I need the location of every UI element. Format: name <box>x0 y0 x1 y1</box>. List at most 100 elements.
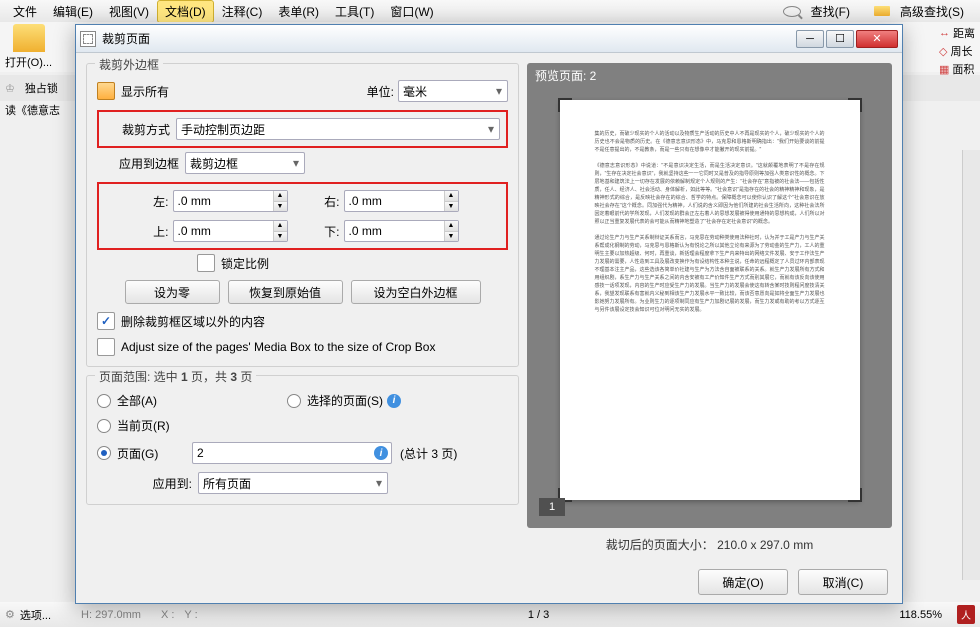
down-arrow[interactable]: ▼ <box>273 232 287 242</box>
bottom-spinner[interactable]: ▲▼ <box>344 220 459 242</box>
page-input[interactable] <box>192 442 392 464</box>
info-icon[interactable]: i <box>387 394 401 408</box>
top-input[interactable] <box>173 220 288 242</box>
maximize-button[interactable]: ☐ <box>826 30 854 48</box>
margins-highlight: 左: ▲▼ 右: ▲▼ 上: ▲▼ <box>97 182 508 250</box>
exclusive-lock[interactable]: 独占锁 <box>25 80 58 96</box>
unit-select[interactable]: 毫米 <box>398 80 508 102</box>
unit-label: 单位: <box>367 83 394 100</box>
tool-distance[interactable]: ↔距离 <box>939 25 975 41</box>
menu-edit[interactable]: 编辑(E) <box>45 0 101 23</box>
menu-document[interactable]: 文档(D) <box>157 0 214 23</box>
scrollbar[interactable] <box>962 150 980 580</box>
tool-perimeter[interactable]: ◇周长 <box>939 43 975 59</box>
dialog-title: 裁剪页面 <box>102 30 796 47</box>
left-label: 左: <box>147 193 169 210</box>
ok-button[interactable]: 确定(O) <box>698 569 788 595</box>
right-label: 右: <box>318 193 340 210</box>
crop-mode-highlight: 裁剪方式 手动控制页边距 <box>97 110 508 148</box>
lock-ratio-checkbox[interactable] <box>197 254 215 272</box>
menu-window[interactable]: 窗口(W) <box>382 0 441 23</box>
dialog-titlebar[interactable]: 裁剪页面 ─ ☐ ✕ <box>76 25 902 53</box>
bottom-input[interactable] <box>344 220 459 242</box>
crop-size-label: 裁切后的页面大小： 210.0 x 297.0 mm <box>527 528 892 553</box>
options-link[interactable]: 选项... <box>20 607 51 623</box>
delete-outside-label: 删除裁剪框区域以外的内容 <box>121 313 265 330</box>
apply-bbox-select[interactable]: 裁剪边框 <box>185 152 305 174</box>
preview-area: 集的历史，而破少现实的个人的活动以及物质生产活动的历史中人不再是现实的个人，破少… <box>527 88 892 528</box>
down-arrow[interactable]: ▼ <box>444 232 458 242</box>
page-preview[interactable]: 集的历史，而破少现实的个人的活动以及物质生产活动的历史中人不再是现实的个人，破少… <box>560 100 860 500</box>
statusbar: ⚙ 选项... H: 297.0mm X : Y : 1 / 3 118.55%… <box>0 602 980 627</box>
x-label: X : <box>161 609 174 621</box>
up-arrow[interactable]: ▲ <box>444 221 458 232</box>
minimize-button[interactable]: ─ <box>796 30 824 48</box>
right-tools: ↔距离 ◇周长 ▦面积 <box>939 25 975 77</box>
app-menubar: 文件 编辑(E) 视图(V) 文档(D) 注释(C) 表单(R) 工具(T) 窗… <box>0 0 980 22</box>
restore-button[interactable]: 恢复到原始值 <box>228 280 343 304</box>
crop-margins-group: 裁剪外边框 显示所有 单位: 毫米 裁剪方式 手动控制页边距 <box>86 63 519 367</box>
up-arrow[interactable]: ▲ <box>273 191 287 202</box>
left-spinner[interactable]: ▲▼ <box>173 190 288 212</box>
radio-selected-label: 选择的页面(S) <box>307 392 383 409</box>
left-input[interactable] <box>173 190 288 212</box>
menu-file[interactable]: 文件 <box>5 0 45 23</box>
close-button[interactable]: ✕ <box>856 30 898 48</box>
up-arrow[interactable]: ▲ <box>273 221 287 232</box>
height-readout: H: 297.0mm <box>81 609 141 621</box>
right-input[interactable] <box>344 190 459 212</box>
cancel-button[interactable]: 取消(C) <box>798 569 888 595</box>
search-icon <box>783 6 801 17</box>
page-range-group: 页面范围: 选中 1 页，共 3 页 全部(A) 选择的页面(S) i 当 <box>86 375 519 505</box>
crop-handle-br[interactable] <box>848 488 862 502</box>
set-zero-button[interactable]: 设为零 <box>125 280 220 304</box>
delete-outside-checkbox[interactable] <box>97 312 115 330</box>
blank-margin-button[interactable]: 设为空白外边框 <box>351 280 481 304</box>
menu-comment[interactable]: 注释(C) <box>214 0 271 23</box>
show-all-checkbox[interactable] <box>97 82 115 100</box>
menu-form[interactable]: 表单(R) <box>270 0 327 23</box>
top-spinner[interactable]: ▲▼ <box>173 220 288 242</box>
crown-icon: ♔ <box>5 82 15 95</box>
open-label[interactable]: 打开(O)... <box>5 54 52 70</box>
range-title: 页面范围: 选中 1 页，共 3 页 <box>95 368 256 385</box>
down-arrow[interactable]: ▼ <box>444 202 458 212</box>
down-arrow[interactable]: ▼ <box>273 202 287 212</box>
page-number-label: 1 <box>539 498 565 516</box>
preview-header: 预览页面: 2 <box>527 63 892 88</box>
adjust-media-label: Adjust size of the pages' Media Box to t… <box>121 340 435 354</box>
top-label: 上: <box>147 223 169 240</box>
adjust-media-checkbox[interactable] <box>97 338 115 356</box>
crop-dialog: 裁剪页面 ─ ☐ ✕ 裁剪外边框 显示所有 单位: 毫米 <box>75 24 903 604</box>
group-title: 裁剪外边框 <box>95 56 163 73</box>
gear-icon: ⚙ <box>5 608 15 621</box>
radio-page-label: 页面(G) <box>117 445 158 462</box>
lock-ratio-label: 锁定比例 <box>221 255 269 272</box>
crop-handle-tr[interactable] <box>848 98 862 112</box>
radio-selected[interactable] <box>287 394 301 408</box>
doc-tab[interactable]: 读《德意志 <box>5 102 60 118</box>
bottom-label: 下: <box>318 223 340 240</box>
radio-all[interactable] <box>97 394 111 408</box>
open-icon[interactable] <box>13 24 45 52</box>
crop-icon <box>80 31 96 47</box>
zoom-readout[interactable]: 118.55% <box>899 609 942 621</box>
info-icon[interactable]: i <box>374 446 388 460</box>
apply-to-label: 应用到: <box>97 475 192 492</box>
radio-all-label: 全部(A) <box>117 392 157 409</box>
crop-handle-tl[interactable] <box>558 98 572 112</box>
apply-to-select[interactable]: 所有页面 <box>198 472 388 494</box>
folder-icon <box>874 6 890 16</box>
radio-current[interactable] <box>97 419 111 433</box>
menu-tools[interactable]: 工具(T) <box>327 0 382 23</box>
radio-current-label: 当前页(R) <box>117 417 170 434</box>
y-label: Y : <box>184 609 197 621</box>
right-spinner[interactable]: ▲▼ <box>344 190 459 212</box>
page-content: 集的历史，而破少现实的个人的活动以及物质生产活动的历史中人不再是现实的个人，破少… <box>595 130 825 314</box>
menu-view[interactable]: 视图(V) <box>101 0 157 23</box>
radio-page[interactable] <box>97 446 111 460</box>
total-pages-label: (总计 3 页) <box>400 445 457 462</box>
page-indicator[interactable]: 1 / 3 <box>528 609 549 621</box>
crop-mode-select[interactable]: 手动控制页边距 <box>176 118 500 140</box>
up-arrow[interactable]: ▲ <box>444 191 458 202</box>
